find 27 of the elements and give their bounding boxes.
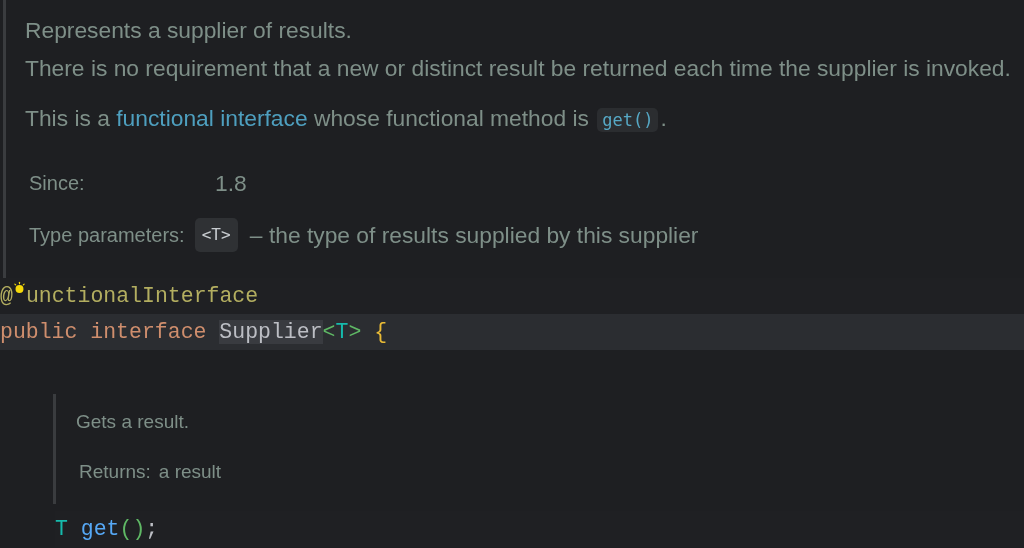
doc-text: This is a	[25, 105, 111, 131]
method-name: get	[79, 517, 120, 541]
bracket-text: >	[348, 320, 362, 344]
doc-text: Represents a supplier of results.	[25, 17, 352, 43]
doc-text: There is no requirement that a new or distinct result be returned each time the supplier is invoked.	[25, 55, 1011, 81]
punctuation: ;	[145, 517, 159, 541]
tag-label: Since:	[29, 171, 86, 196]
doc-link[interactable]: functional interface	[116, 105, 308, 131]
class-name: Supplier	[219, 320, 323, 344]
bracket-text: <	[322, 320, 336, 344]
tag-label: Type parameters:	[29, 223, 185, 248]
doc-text: whose functional method is	[312, 105, 590, 131]
annotation-text: @	[0, 284, 13, 308]
bracket-text: ()	[119, 517, 146, 541]
doc-text: a result	[158, 460, 222, 484]
doc-text: .	[660, 105, 667, 131]
keyword-text: public interface	[0, 320, 208, 344]
brace-text: {	[373, 320, 388, 344]
type-param: T	[335, 320, 349, 344]
type-chip: <T>	[194, 218, 238, 252]
annotation-text: unctionalInterface	[25, 284, 259, 308]
tag-label: Returns:	[79, 460, 151, 484]
type-param: T	[55, 517, 68, 541]
doc-text: 1.8	[215, 169, 247, 198]
inline-code: get()	[597, 108, 659, 132]
doc-text: – the type of results supplied by this supplier	[248, 221, 699, 250]
doc-text: Gets a result.	[76, 410, 190, 434]
